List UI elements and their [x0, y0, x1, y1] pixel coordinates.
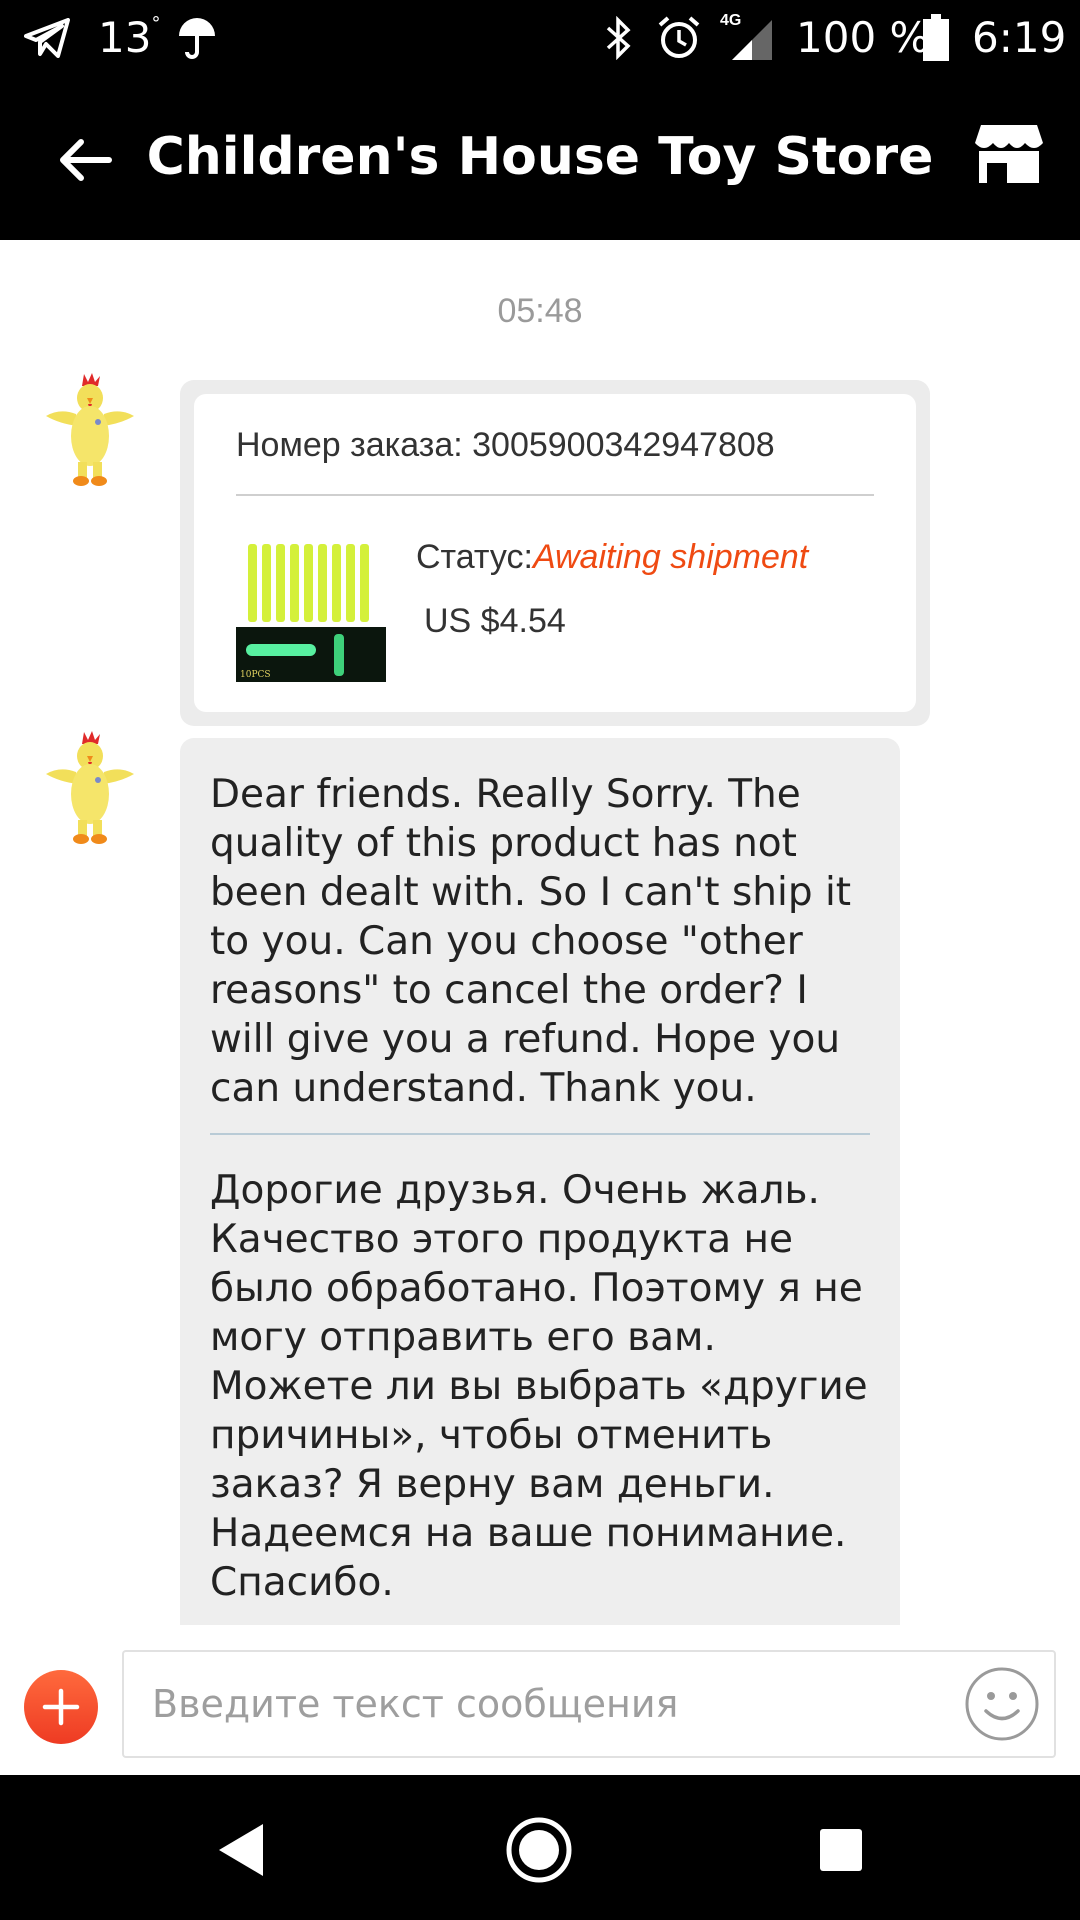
store-button[interactable]	[970, 115, 1048, 193]
temperature-reading: 13 °	[98, 0, 160, 75]
message-input-box[interactable]	[122, 1650, 1056, 1758]
bluetooth-icon	[604, 0, 634, 75]
message-composer	[0, 1625, 1080, 1775]
system-nav-bar	[0, 1775, 1080, 1920]
chat-area[interactable]: 05:48 Номер заказа: 3005900342947808 10P…	[0, 240, 1080, 1625]
glow-sticks-image: 10PCS	[236, 532, 386, 682]
order-price: US $4.54	[424, 602, 566, 640]
store-icon	[975, 125, 1043, 183]
circle-home-icon	[506, 1817, 572, 1883]
order-divider	[236, 494, 874, 496]
product-thumbnail[interactable]: 10PCS	[236, 532, 386, 682]
alarm-icon	[656, 0, 702, 75]
message-text-en: Dear friends. Really Sorry. The quality …	[210, 772, 852, 1111]
order-status-label: Статус:	[416, 538, 533, 576]
umbrella-icon	[176, 0, 218, 75]
battery-percent: 100 %	[796, 13, 930, 62]
square-recents-icon	[820, 1829, 862, 1871]
order-card[interactable]: Номер заказа: 3005900342947808 10PCS Ста…	[180, 380, 930, 726]
clock: 6:19	[972, 13, 1067, 62]
telegram-icon	[24, 0, 72, 75]
signal-icon: 4G	[718, 0, 774, 75]
attach-button[interactable]	[24, 1670, 98, 1744]
translation-divider	[210, 1133, 870, 1135]
chicken-mascot-image	[46, 373, 134, 486]
message-timestamp: 05:48	[497, 292, 583, 330]
message-text-ru: Дорогие друзья. Очень жаль. Качество это…	[210, 1168, 868, 1605]
seller-avatar[interactable]	[40, 370, 140, 490]
emoji-button[interactable]	[962, 1664, 1042, 1744]
nav-recents-button[interactable]	[796, 1805, 886, 1895]
status-bar: 13 ° 4G 100 % 6:19	[0, 0, 1080, 75]
thumb-caption: 10PCS	[240, 670, 271, 680]
message-input[interactable]	[152, 1652, 952, 1756]
top-app-bar: Children's House Toy Store	[0, 75, 1080, 240]
back-button[interactable]	[50, 125, 120, 195]
nav-home-button[interactable]	[494, 1805, 584, 1895]
order-number: Номер заказа: 3005900342947808	[236, 426, 775, 464]
nav-back-button[interactable]	[196, 1805, 286, 1895]
order-status: Статус:Awaiting shipment	[416, 538, 808, 577]
arrow-left-icon	[60, 139, 112, 181]
chicken-mascot-image	[46, 731, 134, 844]
temperature-value: 13	[98, 13, 152, 62]
order-status-value: Awaiting shipment	[532, 538, 809, 576]
smiley-icon	[965, 1667, 1039, 1741]
order-card-body[interactable]: Номер заказа: 3005900342947808 10PCS Ста…	[194, 394, 916, 712]
message-bubble[interactable]: Dear friends. Really Sorry. The quality …	[180, 738, 900, 1625]
seller-avatar[interactable]	[40, 728, 140, 848]
temperature-unit: °	[151, 13, 161, 34]
page-title: Children's House Toy Store	[146, 127, 934, 187]
plus-icon	[42, 1688, 80, 1726]
battery-icon	[922, 0, 950, 75]
triangle-back-icon	[219, 1824, 263, 1876]
